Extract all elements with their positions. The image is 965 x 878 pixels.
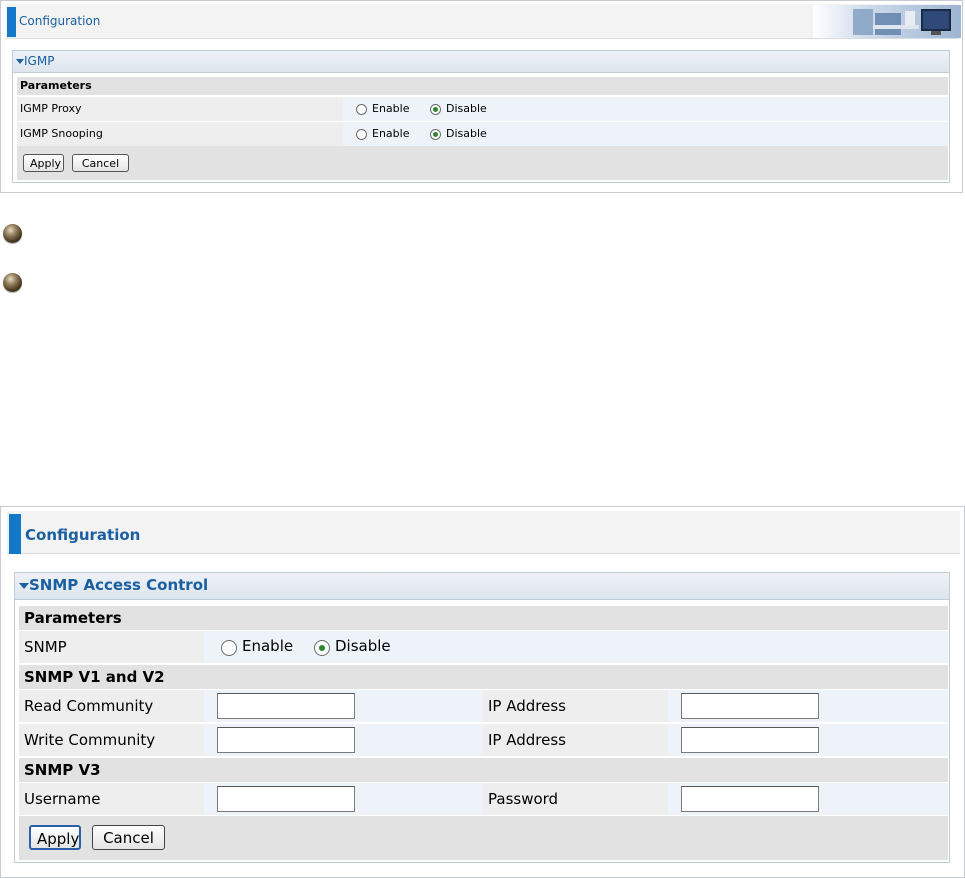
bullet-icon <box>3 273 22 292</box>
igmp-action-bar: Apply Cancel <box>17 146 948 180</box>
snmp-config-panel: Configuration SNMP Access Control Parame… <box>0 506 965 878</box>
collapse-arrow-icon <box>19 582 29 589</box>
igmp-proxy-disable-label[interactable]: Disable <box>446 102 487 115</box>
igmp-proxy-options: Enable Disable <box>343 97 948 121</box>
snmp-section-title: SNMP Access Control <box>29 576 209 594</box>
read-community-input[interactable] <box>217 693 355 719</box>
igmp-snooping-label: IGMP Snooping <box>17 122 343 146</box>
snmp-v3-heading: SNMP V3 <box>19 758 948 782</box>
header-accent-bar <box>9 514 21 554</box>
igmp-section-title: IGMP <box>24 54 55 68</box>
igmp-snooping-enable-label[interactable]: Enable <box>372 127 409 140</box>
write-ip-address-label: IP Address <box>483 724 668 756</box>
header-title: Configuration <box>25 526 141 544</box>
igmp-snooping-disable-radio[interactable] <box>430 129 441 140</box>
read-community-label: Read Community <box>19 690 204 722</box>
username-label: Username <box>19 783 204 815</box>
write-community-cell <box>204 724 483 756</box>
password-input[interactable] <box>681 786 819 812</box>
collapse-arrow-icon <box>16 59 24 64</box>
snmp-label: SNMP <box>19 631 204 663</box>
username-cell <box>204 783 483 815</box>
read-ip-address-label: IP Address <box>483 690 668 722</box>
igmp-proxy-row: IGMP Proxy Enable Disable <box>17 97 948 121</box>
password-cell <box>668 783 948 815</box>
igmp-snooping-disable-label[interactable]: Disable <box>446 127 487 140</box>
read-ip-address-input[interactable] <box>681 693 819 719</box>
snmp-section-header[interactable]: SNMP Access Control <box>15 573 949 600</box>
snmp-disable-label[interactable]: Disable <box>335 637 391 655</box>
parameters-heading: Parameters <box>17 77 948 95</box>
igmp-snooping-row: IGMP Snooping Enable Disable <box>17 122 948 146</box>
password-label: Password <box>483 783 668 815</box>
snmp-action-bar: Apply Cancel <box>19 816 948 860</box>
igmp-snooping-options: Enable Disable <box>343 122 948 146</box>
config-header: Configuration <box>7 511 960 554</box>
read-community-cell <box>204 690 483 722</box>
write-ip-address-cell <box>668 724 948 756</box>
snmp-disable-radio[interactable] <box>314 640 330 656</box>
snmp-options: Enable Disable <box>204 631 948 663</box>
bullet-icon <box>3 224 22 243</box>
igmp-proxy-enable-radio[interactable] <box>356 104 367 115</box>
igmp-snooping-enable-radio[interactable] <box>356 129 367 140</box>
igmp-config-panel: Configuration IGMP Parameters IGMP Proxy… <box>0 0 963 193</box>
header-accent-bar <box>7 7 16 37</box>
igmp-proxy-enable-label[interactable]: Enable <box>372 102 409 115</box>
igmp-proxy-disable-radio[interactable] <box>430 104 441 115</box>
snmp-enable-label[interactable]: Enable <box>242 637 293 655</box>
write-ip-address-input[interactable] <box>681 727 819 753</box>
snmp-apply-button[interactable]: Apply <box>29 825 81 850</box>
parameters-heading: Parameters <box>19 606 948 630</box>
snmp-section: SNMP Access Control Parameters SNMP Enab… <box>14 572 950 863</box>
write-community-input[interactable] <box>217 727 355 753</box>
snmp-cancel-button[interactable]: Cancel <box>92 825 165 850</box>
igmp-apply-button[interactable]: Apply <box>23 154 64 172</box>
igmp-section: IGMP Parameters IGMP Proxy Enable Disabl… <box>12 50 950 183</box>
snmp-enable-radio[interactable] <box>221 640 237 656</box>
office-banner-image <box>813 5 961 38</box>
igmp-section-title-wrap: IGMP <box>16 54 54 68</box>
igmp-proxy-label: IGMP Proxy <box>17 97 343 121</box>
igmp-section-header[interactable]: IGMP <box>13 51 949 73</box>
username-input[interactable] <box>217 786 355 812</box>
read-ip-address-cell <box>668 690 948 722</box>
snmp-section-title-wrap: SNMP Access Control <box>19 576 208 594</box>
header-title: Configuration <box>19 14 101 28</box>
igmp-cancel-button[interactable]: Cancel <box>72 154 129 172</box>
snmp-v1v2-heading: SNMP V1 and V2 <box>19 665 948 689</box>
write-community-label: Write Community <box>19 724 204 756</box>
